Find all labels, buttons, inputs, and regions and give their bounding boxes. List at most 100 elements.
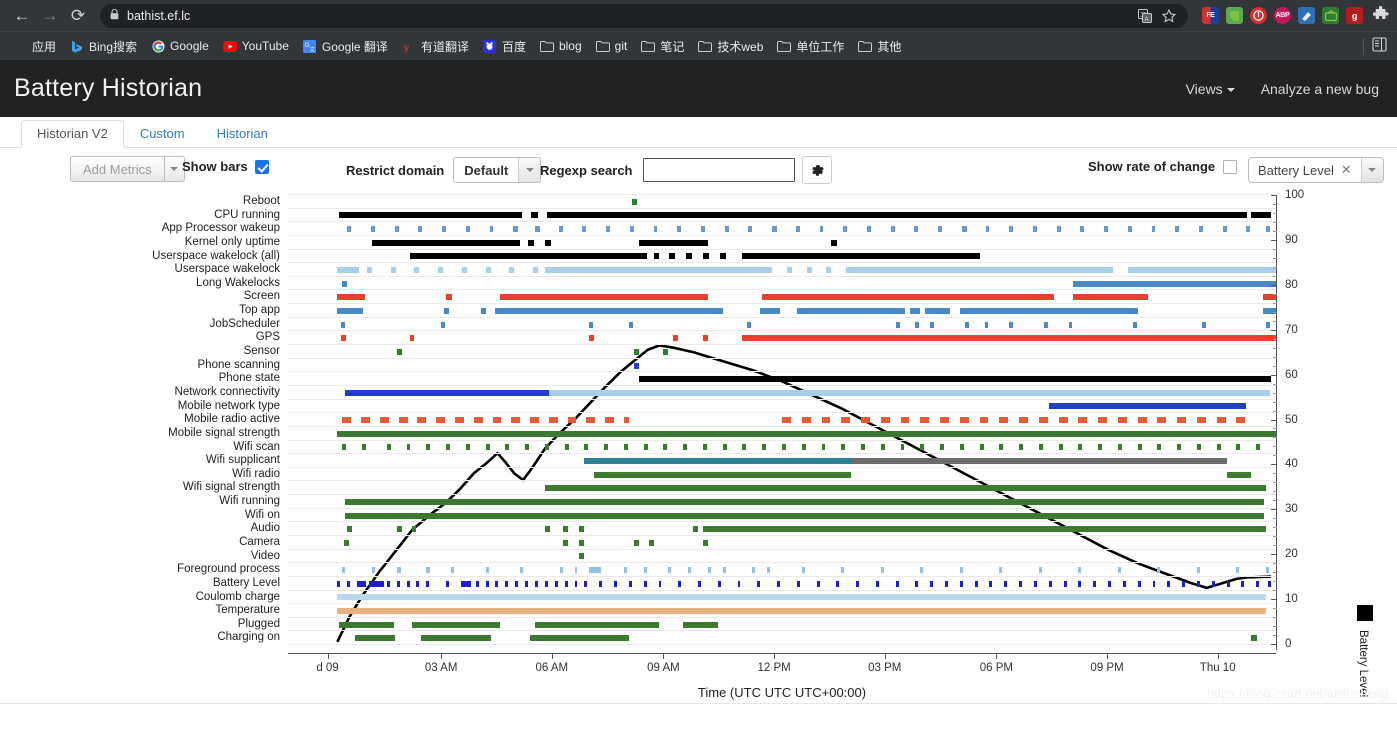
timeline-segment[interactable]: [623, 417, 629, 424]
blue-extension-icon[interactable]: [1298, 7, 1315, 24]
timeline-segment[interactable]: [841, 417, 851, 424]
timeline-segment[interactable]: [700, 226, 705, 233]
timeline-segment[interactable]: [548, 417, 558, 424]
views-menu[interactable]: Views: [1186, 81, 1235, 97]
timeline-segment[interactable]: [940, 444, 945, 451]
timeline-segment[interactable]: [984, 321, 989, 328]
timeline-segment[interactable]: [900, 417, 910, 424]
timeline-segment[interactable]: [1058, 444, 1063, 451]
timeline-segment[interactable]: [677, 226, 682, 233]
timeline-segment[interactable]: [1098, 444, 1103, 451]
back-button[interactable]: ←: [8, 2, 36, 30]
timeline-segment[interactable]: [724, 226, 729, 233]
timeline-segment[interactable]: [678, 580, 682, 587]
timeline-segment[interactable]: [861, 417, 870, 424]
timeline-segment[interactable]: [379, 417, 389, 424]
timeline-segment[interactable]: [461, 267, 467, 274]
timeline-segment[interactable]: [562, 526, 568, 533]
timeline-segment[interactable]: [342, 280, 348, 287]
timeline-segment[interactable]: [938, 226, 943, 233]
timeline-segment[interactable]: [417, 417, 427, 424]
timeline-segment[interactable]: [454, 417, 464, 424]
timeline-segment[interactable]: [337, 294, 366, 301]
timeline-segment[interactable]: [1108, 580, 1111, 587]
timeline-segment[interactable]: [920, 567, 924, 574]
bookmark-apps[interactable]: 应用: [6, 35, 63, 58]
chart-plot-area[interactable]: [288, 190, 1276, 654]
bookmark-tech-web[interactable]: 技术web: [691, 35, 770, 58]
timeline-segment[interactable]: [633, 348, 639, 355]
timeline-segment[interactable]: [999, 444, 1004, 451]
timeline-segment[interactable]: [495, 307, 723, 314]
timeline-segment[interactable]: [446, 444, 451, 451]
timeline-segment[interactable]: [1226, 471, 1252, 478]
timeline-segment[interactable]: [643, 444, 648, 451]
timeline-segment[interactable]: [505, 444, 510, 451]
timeline-segment[interactable]: [702, 253, 709, 260]
bookmark-git[interactable]: git: [589, 36, 635, 56]
timeline-segment[interactable]: [961, 226, 967, 233]
timeline-segment[interactable]: [341, 335, 347, 342]
timeline-segment[interactable]: [1078, 444, 1083, 451]
timeline-segment[interactable]: [1241, 580, 1245, 587]
timeline-segment[interactable]: [698, 580, 701, 587]
timeline-segment[interactable]: [628, 321, 633, 328]
timeline-segment[interactable]: [1032, 226, 1037, 233]
timeline-segment[interactable]: [371, 239, 521, 246]
timeline-segment[interactable]: [1157, 417, 1167, 424]
timeline-segment[interactable]: [1177, 444, 1182, 451]
timeline-segment[interactable]: [511, 417, 521, 424]
timeline-segment[interactable]: [357, 580, 367, 587]
timeline-segment[interactable]: [1196, 417, 1206, 424]
timeline-segment[interactable]: [801, 567, 805, 574]
timeline-segment[interactable]: [915, 321, 920, 328]
timeline-segment[interactable]: [663, 444, 668, 451]
bookmark-bing[interactable]: Bing搜索: [63, 35, 144, 58]
timeline-segment[interactable]: [421, 635, 491, 642]
timeline-segment[interactable]: [925, 307, 950, 314]
timeline-segment[interactable]: [406, 580, 410, 587]
timeline-segment[interactable]: [441, 321, 446, 328]
timeline-segment[interactable]: [535, 621, 659, 628]
chevron-down-icon[interactable]: [1360, 158, 1383, 182]
timeline-segment[interactable]: [530, 417, 539, 424]
bookmark-baidu[interactable]: 百度: [476, 35, 533, 58]
timeline-segment[interactable]: [658, 580, 662, 587]
restrict-domain-control[interactable]: Restrict domain Default: [346, 157, 542, 183]
gear-icon[interactable]: [802, 156, 832, 184]
timeline-segment[interactable]: [1157, 444, 1162, 451]
timeline-segment[interactable]: [345, 389, 550, 396]
timeline-segment[interactable]: [554, 580, 558, 587]
timeline-segment[interactable]: [821, 417, 831, 424]
tab-historian[interactable]: Historian: [201, 120, 284, 148]
timeline-segment[interactable]: [531, 212, 538, 219]
timeline-segment[interactable]: [606, 226, 611, 233]
timeline-segment[interactable]: [737, 580, 741, 587]
timeline-segment[interactable]: [1048, 403, 1247, 410]
timeline-segment[interactable]: [355, 635, 395, 642]
timeline-segment[interactable]: [1201, 321, 1206, 328]
timeline-segment[interactable]: [1048, 580, 1052, 587]
timeline-segment[interactable]: [1236, 417, 1246, 424]
timeline-segment[interactable]: [589, 335, 595, 342]
timeline-segment[interactable]: [628, 580, 632, 587]
timeline-segment[interactable]: [574, 580, 578, 587]
timeline-segment[interactable]: [999, 417, 1009, 424]
show-rate-of-change-checkbox[interactable]: [1223, 159, 1238, 174]
timeline-segment[interactable]: [492, 417, 502, 424]
timeline-segment[interactable]: [940, 417, 949, 424]
timeline-segment[interactable]: [1038, 417, 1048, 424]
address-bar[interactable]: bathist.ef.lc 文A: [100, 3, 1188, 28]
puzzle-icon[interactable]: [1372, 5, 1389, 25]
timeline-segment[interactable]: [920, 417, 930, 424]
timeline-segment[interactable]: [337, 594, 1267, 601]
timeline-segment[interactable]: [631, 198, 637, 205]
timeline-segment[interactable]: [643, 580, 647, 587]
timeline-segment[interactable]: [801, 417, 811, 424]
timeline-segment[interactable]: [1137, 580, 1141, 587]
timeline-segment[interactable]: [1078, 417, 1088, 424]
timeline-segment[interactable]: [786, 267, 792, 274]
timeline-segment[interactable]: [426, 444, 431, 451]
timeline-segment[interactable]: [757, 580, 761, 587]
timeline-segment[interactable]: [1104, 226, 1109, 233]
